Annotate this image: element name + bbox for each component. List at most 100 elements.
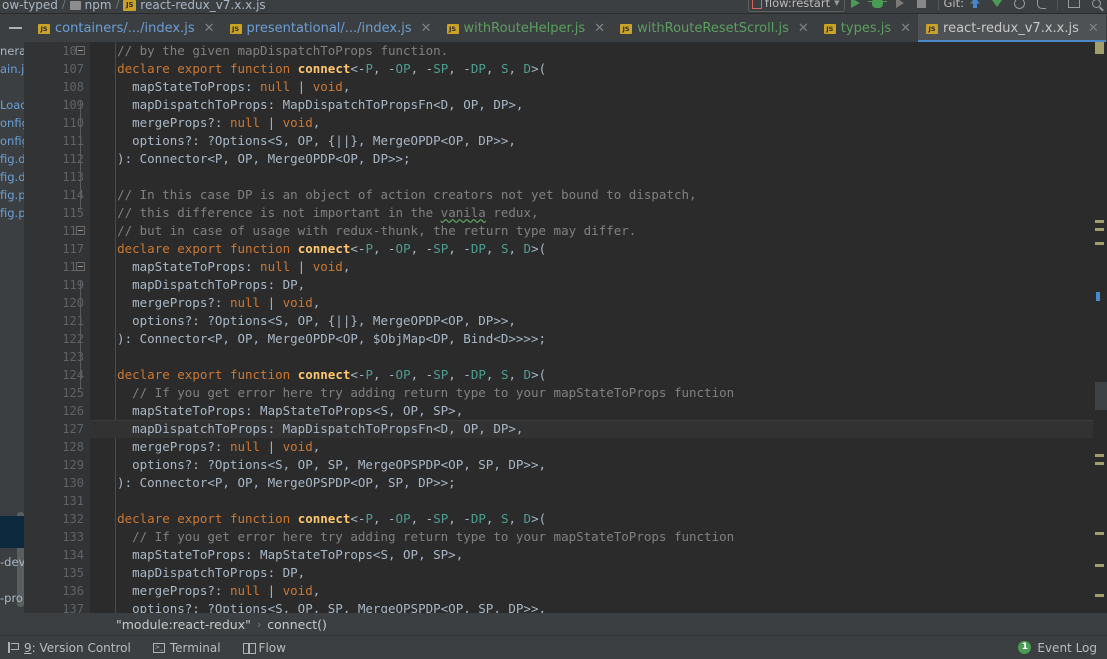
close-icon[interactable]: ✕ [1088, 21, 1099, 36]
open-preview-button[interactable] [1063, 0, 1085, 11]
fold-collapse-icon[interactable] [76, 46, 85, 55]
history-button[interactable] [1008, 0, 1030, 11]
stop-button[interactable] [911, 0, 933, 11]
run-with-coverage-button[interactable] [889, 0, 911, 11]
close-icon[interactable]: ✕ [421, 21, 432, 36]
warning-marker[interactable] [1095, 228, 1104, 231]
breadcrumb-member[interactable]: connect() [267, 617, 327, 632]
hide-panel-button[interactable] [0, 14, 30, 42]
project-tree-item[interactable]: fig.pr [0, 204, 24, 222]
code-line[interactable]: // this difference is not important in t… [90, 204, 1093, 222]
status-terminal[interactable]: >_ Terminal [145, 641, 235, 655]
editor-tab-presentational-index[interactable]: JS presentational/.../index.js ✕ [222, 14, 439, 42]
run-configuration-selector[interactable]: flow:restart ▼ [747, 0, 845, 12]
line-number-gutter[interactable]: 106 107 108 109 110 111 112 113 114 115 116 117 118 1… [24, 42, 90, 613]
caret-position-marker[interactable] [1096, 292, 1100, 301]
update-project-button[interactable] [964, 0, 986, 11]
editor-tab-react-redux[interactable]: JS react-redux_v7.x.x.js ✕ [918, 14, 1106, 42]
code-line[interactable]: mapStateToProps: MapStateToProps<S, OP, … [90, 402, 1093, 420]
code-line[interactable]: mapStateToProps: null | void, [90, 78, 1093, 96]
close-icon[interactable]: ✕ [204, 21, 215, 36]
code-line[interactable]: // In this case DP is an object of actio… [90, 186, 1093, 204]
search-everywhere-button[interactable] [1085, 0, 1107, 11]
code-line[interactable]: mapDispatchToProps: DP, [90, 276, 1093, 294]
nav-crumb-file[interactable]: react-redux_v7.x.x.js [140, 0, 265, 12]
project-tree[interactable]: neraain.jsLoadonfigonfigfig.defig.defig.… [0, 42, 24, 222]
project-tree-item[interactable]: onfig [0, 132, 24, 150]
code-line[interactable]: mergeProps?: null | void, [90, 438, 1093, 456]
editor-tab-withroutehelper[interactable]: JS withRouteHelper.js ✕ [439, 14, 613, 42]
navigation-bar[interactable]: ow-typed / npm / JS react-redux_v7.x.x.j… [0, 0, 266, 12]
code-line[interactable]: mergeProps?: null | void, [90, 294, 1093, 312]
close-icon[interactable]: ✕ [594, 21, 605, 36]
code-line[interactable]: mapStateToProps: null | void, [90, 258, 1093, 276]
close-icon[interactable]: ✕ [798, 21, 809, 36]
code-line[interactable]: options?: ?Options<S, OP, {||}, MergeOPD… [90, 312, 1093, 330]
project-tree-item[interactable]: fig.de [0, 150, 24, 168]
editor-tab-withrouteresetscroll[interactable]: JS withRouteResetScroll.js ✕ [612, 14, 816, 42]
editor-tab-containers-index[interactable]: JS containers/.../index.js ✕ [30, 14, 222, 42]
warning-marker[interactable] [1095, 564, 1104, 567]
warning-marker[interactable] [1095, 462, 1104, 465]
status-flow[interactable]: Flow [235, 641, 300, 655]
code-text[interactable]: // by the given mapDispatchToProps funct… [90, 42, 1093, 613]
error-stripe-marker-gutter[interactable] [1093, 42, 1107, 613]
code-line[interactable]: options?: ?Options<S, OP, SP, MergeOPSPD… [90, 456, 1093, 474]
code-line[interactable]: ): Connector<P, OP, MergeOPSPDP<OP, SP, … [90, 474, 1093, 492]
warning-marker[interactable] [1095, 242, 1104, 245]
close-icon[interactable]: ✕ [900, 21, 911, 36]
nav-crumb-npm[interactable]: npm [85, 0, 112, 12]
code-line[interactable]: mapStateToProps: MapStateToProps<S, OP, … [90, 546, 1093, 564]
project-tree-item[interactable] [0, 78, 24, 96]
project-tree-item[interactable]: ain.js [0, 60, 24, 78]
rollback-button[interactable] [1030, 0, 1052, 11]
code-line[interactable] [90, 348, 1093, 366]
project-tree-item[interactable]: nera [0, 42, 24, 60]
warning-marker[interactable] [1095, 532, 1104, 535]
code-line[interactable] [90, 492, 1093, 510]
code-line[interactable]: declare export function connect<-P, -OP,… [90, 60, 1093, 78]
nav-crumb-flow-typed[interactable]: ow-typed [2, 0, 58, 12]
fold-collapse-icon[interactable] [76, 226, 85, 235]
code-line[interactable]: // If you get error here try adding retu… [90, 384, 1093, 402]
commit-button[interactable] [986, 0, 1008, 11]
warning-marker[interactable] [1095, 594, 1104, 597]
code-line[interactable] [90, 168, 1093, 186]
code-line[interactable]: ): Connector<P, OP, MergeOPDP<OP, DP>>; [90, 150, 1093, 168]
debug-button[interactable] [867, 0, 889, 11]
status-event-log-label[interactable]: Event Log [1037, 641, 1097, 655]
code-line[interactable]: options?: ?Options<S, OP, {||}, MergeOPD… [90, 132, 1093, 150]
project-tree-item[interactable]: fig.pr [0, 186, 24, 204]
code-line[interactable]: mapDispatchToProps: DP, [90, 564, 1093, 582]
breadcrumb[interactable]: "module:react-redux" › connect() [24, 613, 1107, 635]
code-line[interactable]: options?: ?Options<S, OP, SP, MergeOPSPD… [90, 600, 1093, 613]
code-line[interactable]: declare export function connect<-P, -OP,… [90, 366, 1093, 384]
fold-collapse-icon[interactable] [76, 262, 85, 271]
warning-marker[interactable] [1095, 220, 1104, 223]
run-button[interactable] [845, 0, 867, 11]
project-tool-window[interactable]: neraain.jsLoadonfigonfigfig.defig.defig.… [0, 42, 24, 635]
project-tree-selected-row[interactable] [0, 516, 24, 548]
editor-tab-types[interactable]: JS types.js ✕ [816, 14, 918, 42]
project-tree-item[interactable]: fig.de [0, 168, 24, 186]
project-tree-item[interactable]: onfig [0, 114, 24, 132]
fold-gutter[interactable] [72, 42, 90, 613]
project-tree-item[interactable]: Load [0, 96, 24, 114]
code-line[interactable]: ): Connector<P, OP, MergeOPDP<OP, $ObjMa… [90, 330, 1093, 348]
project-tree-item[interactable]: -dev [0, 553, 24, 571]
code-line[interactable]: // by the given mapDispatchToProps funct… [90, 42, 1093, 60]
code-line[interactable]: mapDispatchToProps: MapDispatchToPropsFn… [90, 420, 1093, 438]
project-tree-item[interactable]: -pro [0, 589, 23, 607]
status-version-control[interactable]: 99: Version Control: Version Control [0, 641, 145, 655]
warning-marker[interactable] [1095, 42, 1104, 54]
breadcrumb-module[interactable]: "module:react-redux" [116, 617, 251, 632]
code-editor[interactable]: 106 107 108 109 110 111 112 113 114 115 116 117 118 1… [24, 42, 1107, 613]
code-line[interactable]: // but in case of usage with redux-thunk… [90, 222, 1093, 240]
warning-marker[interactable] [1095, 454, 1104, 457]
editor-scrollbar-thumb[interactable] [1095, 382, 1107, 410]
code-line[interactable]: declare export function connect<-P, -OP,… [90, 240, 1093, 258]
code-line[interactable]: mergeProps?: null | void, [90, 582, 1093, 600]
code-line[interactable]: mapDispatchToProps: MapDispatchToPropsFn… [90, 96, 1093, 114]
code-line[interactable]: // If you get error here try adding retu… [90, 528, 1093, 546]
code-line[interactable]: mergeProps?: null | void, [90, 114, 1093, 132]
